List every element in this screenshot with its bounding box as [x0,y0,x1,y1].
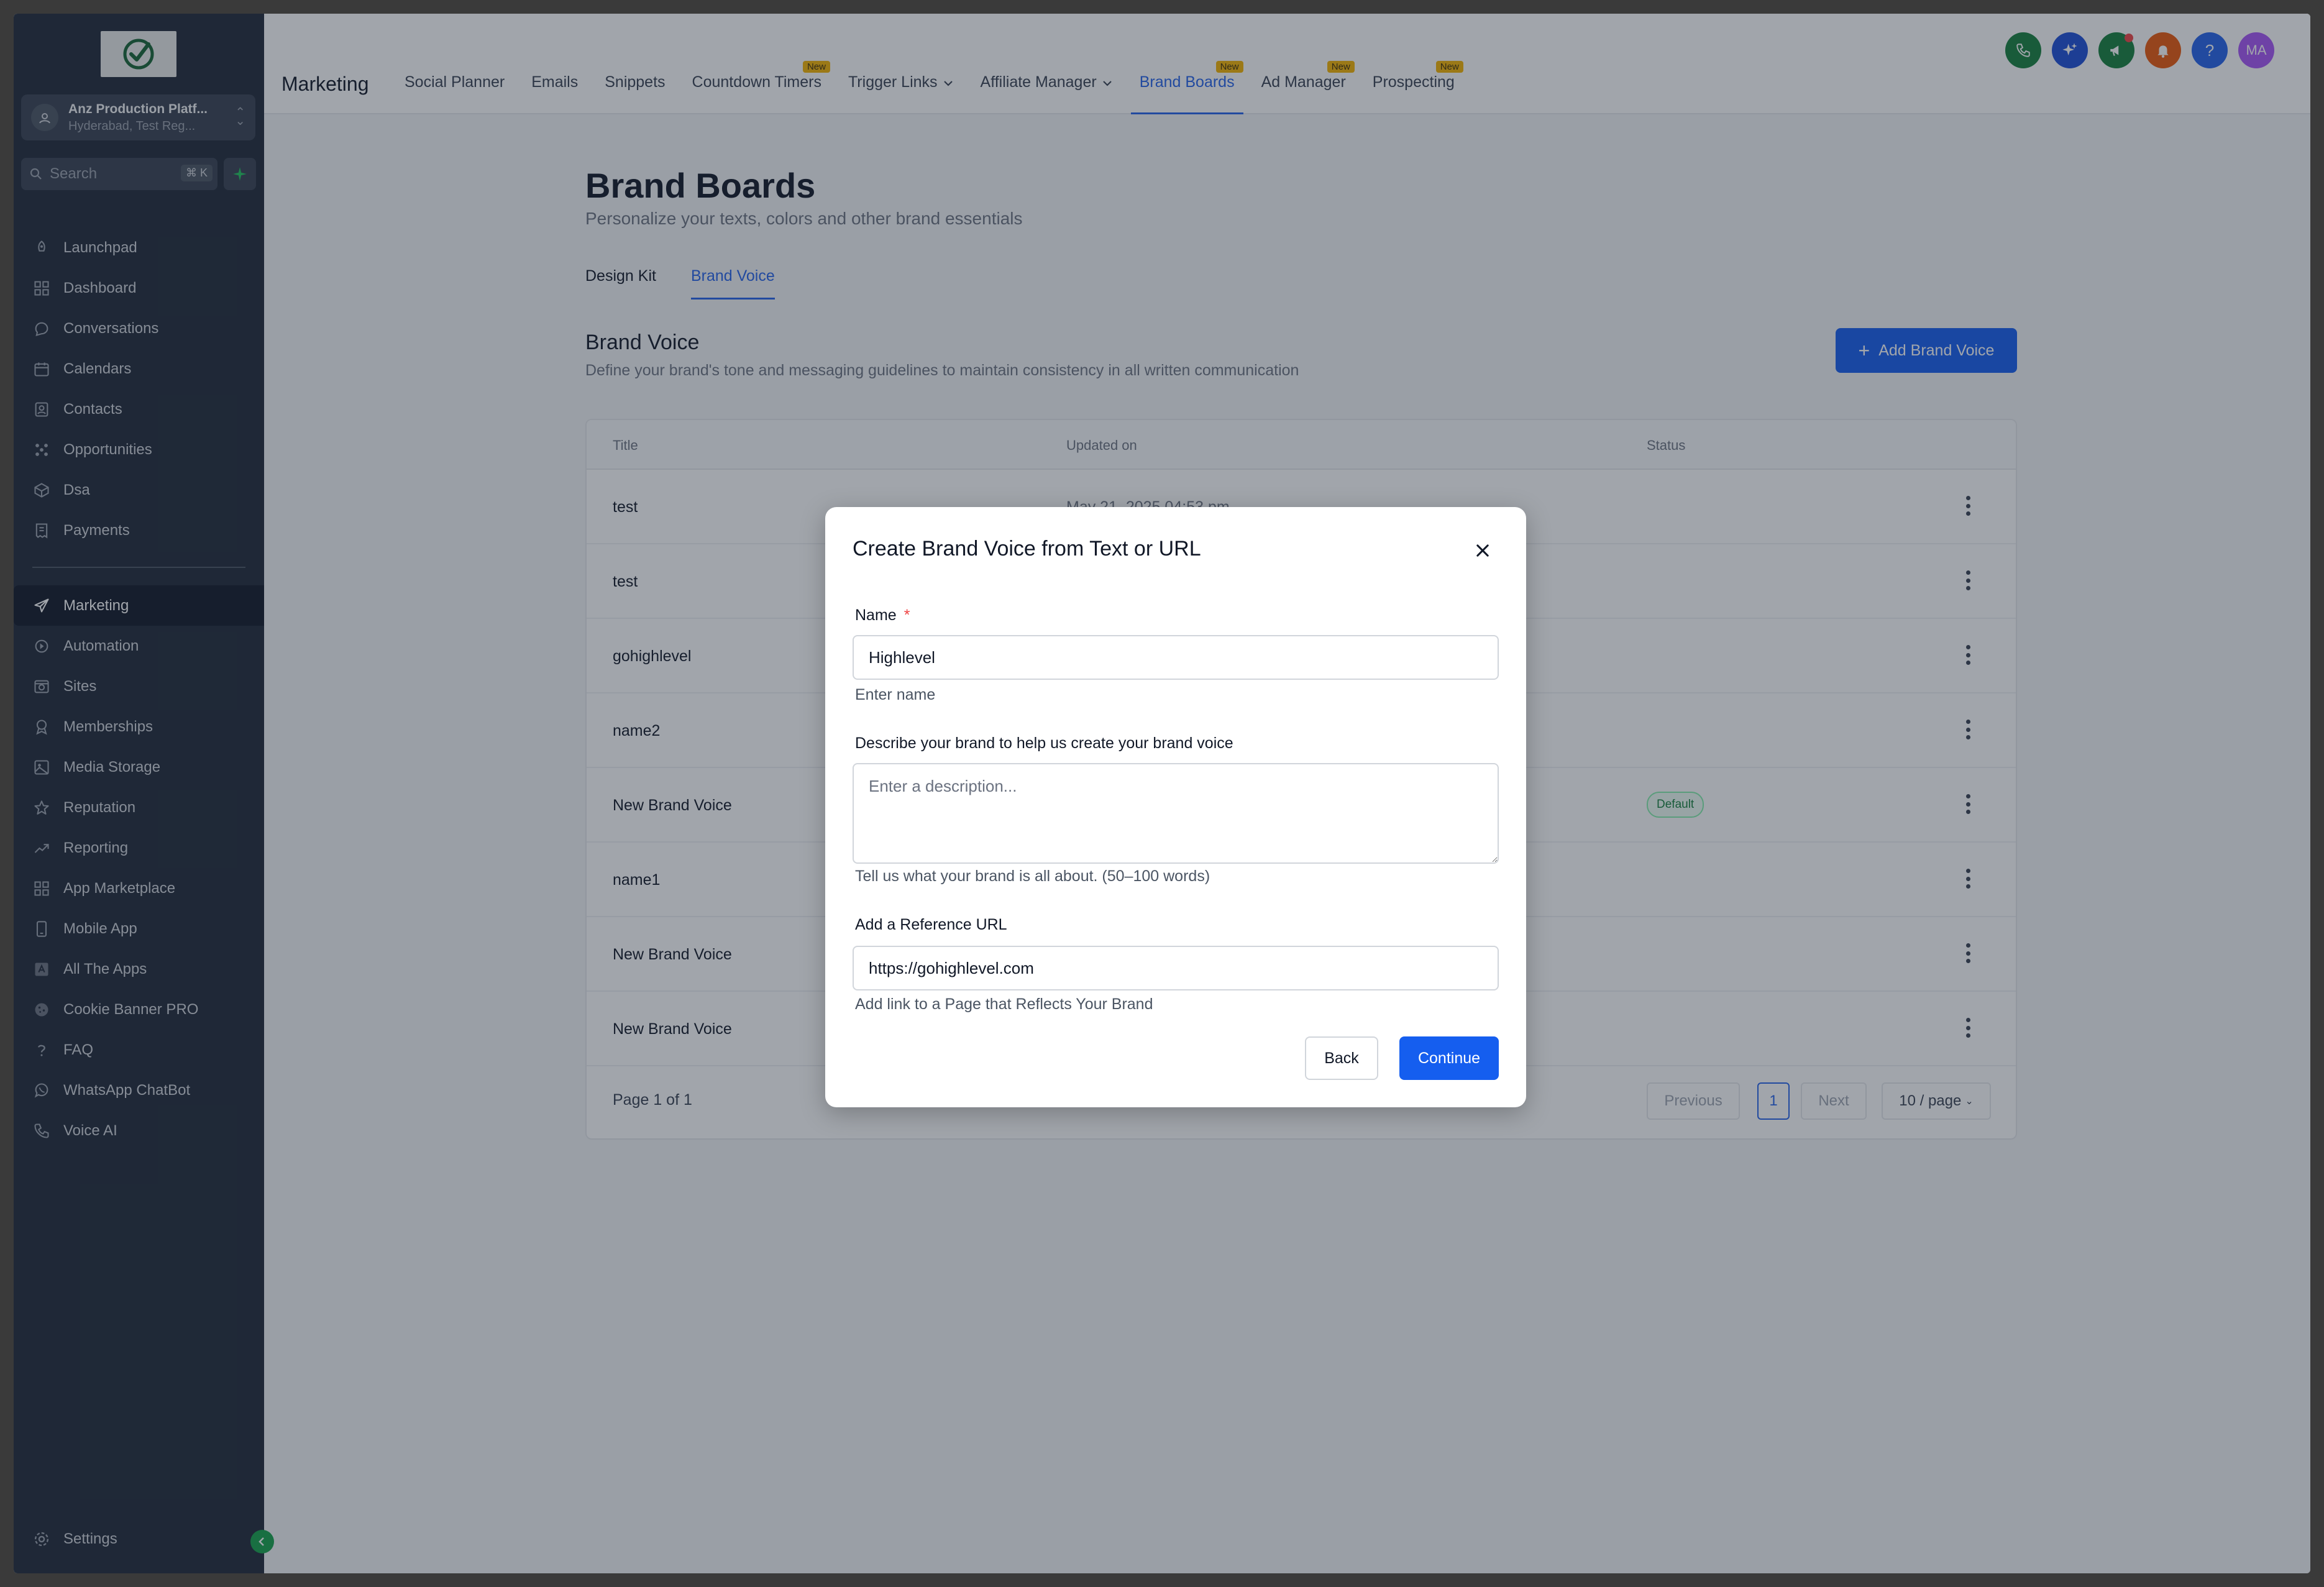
name-label: Name * [855,606,910,624]
create-brand-voice-modal: Create Brand Voice from Text or URL Name… [825,507,1526,1107]
back-button[interactable]: Back [1305,1036,1378,1080]
name-hint: Enter name [855,686,936,703]
modal-title: Create Brand Voice from Text or URL [853,537,1201,560]
url-hint: Add link to a Page that Reflects Your Br… [855,995,1153,1013]
required-mark: * [904,606,910,624]
description-textarea[interactable] [853,763,1499,864]
name-input[interactable] [853,635,1499,680]
description-label: Describe your brand to help us create yo… [855,734,1233,752]
close-icon [1476,544,1489,557]
continue-button[interactable]: Continue [1399,1036,1499,1080]
url-label: Add a Reference URL [855,916,1007,933]
name-label-text: Name [855,606,897,624]
close-button[interactable] [1471,539,1494,562]
description-hint: Tell us what your brand is all about. (5… [855,867,1210,885]
app-window: Anz Production Platf... Hyderabad, Test … [14,14,2310,1573]
reference-url-input[interactable] [853,946,1499,990]
